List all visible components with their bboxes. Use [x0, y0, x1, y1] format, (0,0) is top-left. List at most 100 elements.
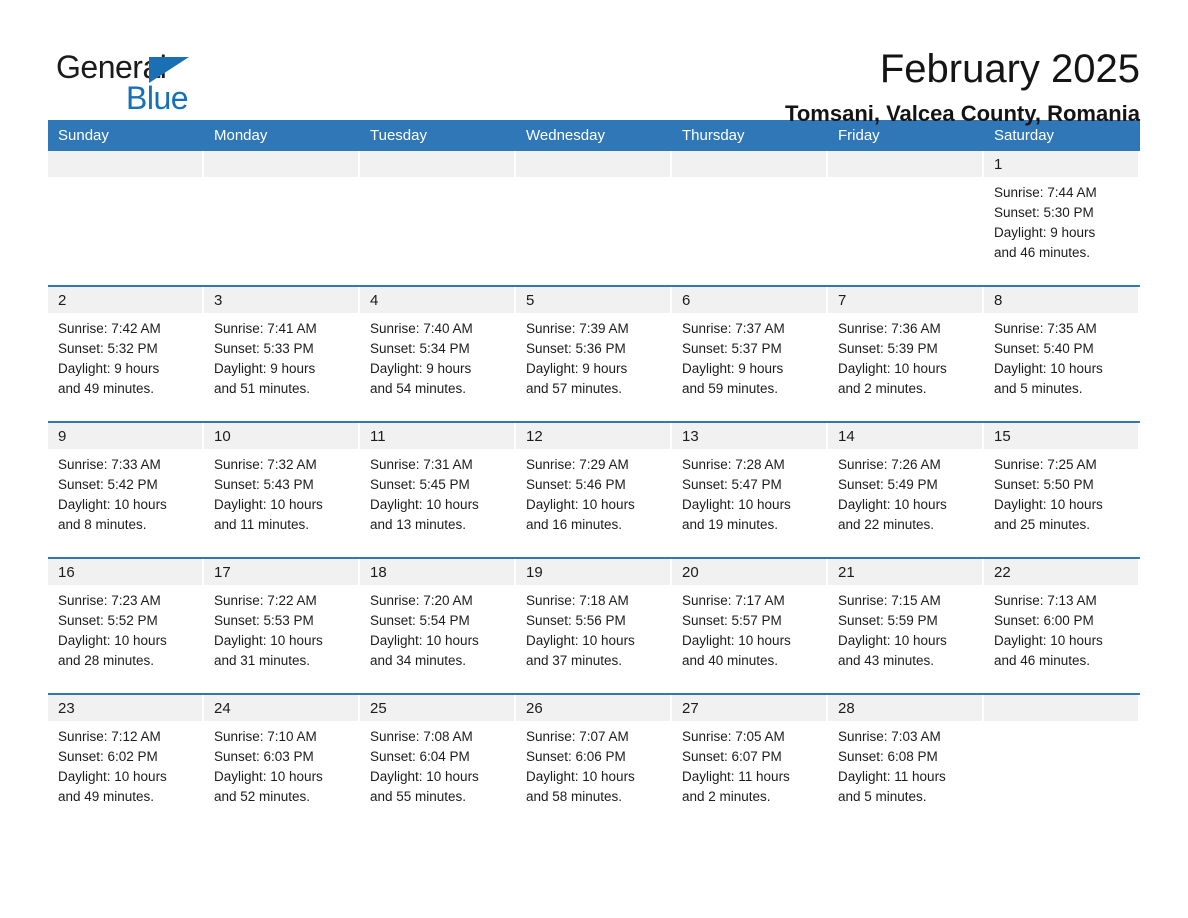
calendar-day-cell[interactable]: 20 Sunrise: 7:17 AM Sunset: 5:57 PM Dayl… — [672, 557, 828, 694]
daylight-text-line2: and 19 minutes. — [682, 517, 779, 532]
calendar-day-cell[interactable] — [360, 151, 516, 286]
daylight-text-line1: Daylight: 9 hours — [370, 361, 472, 376]
day-number: 10 — [204, 423, 360, 449]
sunrise-text: Sunrise: 7:23 AM — [58, 593, 161, 608]
calendar-day-cell[interactable]: 24 Sunrise: 7:10 AM Sunset: 6:03 PM Dayl… — [204, 693, 360, 829]
calendar-table: Sunday Monday Tuesday Wednesday Thursday… — [48, 120, 1140, 829]
daylight-text-line1: Daylight: 10 hours — [682, 497, 791, 512]
calendar-day-cell[interactable]: 13 Sunrise: 7:28 AM Sunset: 5:47 PM Dayl… — [672, 421, 828, 558]
calendar-day-cell[interactable]: 16 Sunrise: 7:23 AM Sunset: 5:52 PM Dayl… — [48, 557, 204, 694]
day-number — [204, 151, 360, 177]
day-details: Sunrise: 7:40 AM Sunset: 5:34 PM Dayligh… — [360, 313, 516, 399]
sunset-text: Sunset: 5:49 PM — [838, 477, 938, 492]
sunset-text: Sunset: 5:52 PM — [58, 613, 158, 628]
calendar-day-cell[interactable]: 18 Sunrise: 7:20 AM Sunset: 5:54 PM Dayl… — [360, 557, 516, 694]
calendar-week-row: 1 Sunrise: 7:44 AM Sunset: 5:30 PM Dayli… — [48, 151, 1140, 286]
sunset-text: Sunset: 5:46 PM — [526, 477, 626, 492]
day-number: 20 — [672, 559, 828, 585]
daylight-text-line1: Daylight: 10 hours — [994, 633, 1103, 648]
calendar-day-cell[interactable]: 23 Sunrise: 7:12 AM Sunset: 6:02 PM Dayl… — [48, 693, 204, 829]
daylight-text-line1: Daylight: 9 hours — [58, 361, 160, 376]
daylight-text-line1: Daylight: 10 hours — [682, 633, 791, 648]
sunrise-text: Sunrise: 7:28 AM — [682, 457, 785, 472]
sunset-text: Sunset: 5:45 PM — [370, 477, 470, 492]
calendar-day-cell[interactable]: 7 Sunrise: 7:36 AM Sunset: 5:39 PM Dayli… — [828, 285, 984, 422]
page-subtitle: Tomsani, Valcea County, Romania — [785, 101, 1140, 126]
daylight-text-line1: Daylight: 10 hours — [838, 633, 947, 648]
calendar-day-cell[interactable]: 19 Sunrise: 7:18 AM Sunset: 5:56 PM Dayl… — [516, 557, 672, 694]
calendar-day-cell[interactable]: 9 Sunrise: 7:33 AM Sunset: 5:42 PM Dayli… — [48, 421, 204, 558]
day-details — [984, 721, 1140, 727]
calendar-day-cell[interactable]: 22 Sunrise: 7:13 AM Sunset: 6:00 PM Dayl… — [984, 557, 1140, 694]
sunset-text: Sunset: 5:40 PM — [994, 341, 1094, 356]
day-details: Sunrise: 7:18 AM Sunset: 5:56 PM Dayligh… — [516, 585, 672, 671]
calendar-day-cell[interactable]: 10 Sunrise: 7:32 AM Sunset: 5:43 PM Dayl… — [204, 421, 360, 558]
calendar-day-cell[interactable]: 1 Sunrise: 7:44 AM Sunset: 5:30 PM Dayli… — [984, 151, 1140, 286]
daylight-text-line2: and 25 minutes. — [994, 517, 1091, 532]
calendar-day-cell[interactable] — [984, 693, 1140, 829]
calendar-day-cell[interactable]: 27 Sunrise: 7:05 AM Sunset: 6:07 PM Dayl… — [672, 693, 828, 829]
sunrise-text: Sunrise: 7:31 AM — [370, 457, 473, 472]
sunset-text: Sunset: 5:36 PM — [526, 341, 626, 356]
daylight-text-line2: and 49 minutes. — [58, 789, 155, 804]
day-number: 8 — [984, 287, 1140, 313]
calendar-day-cell[interactable]: 15 Sunrise: 7:25 AM Sunset: 5:50 PM Dayl… — [984, 421, 1140, 558]
daylight-text-line2: and 28 minutes. — [58, 653, 155, 668]
day-number: 27 — [672, 695, 828, 721]
day-number: 13 — [672, 423, 828, 449]
day-number: 15 — [984, 423, 1140, 449]
daylight-text-line1: Daylight: 9 hours — [214, 361, 316, 376]
daylight-text-line2: and 46 minutes. — [994, 245, 1091, 260]
calendar-day-cell[interactable] — [48, 151, 204, 286]
day-details: Sunrise: 7:17 AM Sunset: 5:57 PM Dayligh… — [672, 585, 828, 671]
generalblue-logo: General Blue — [48, 44, 228, 122]
calendar-day-cell[interactable]: 28 Sunrise: 7:03 AM Sunset: 6:08 PM Dayl… — [828, 693, 984, 829]
sunrise-text: Sunrise: 7:10 AM — [214, 729, 317, 744]
calendar-day-cell[interactable] — [672, 151, 828, 286]
day-number: 4 — [360, 287, 516, 313]
daylight-text-line2: and 5 minutes. — [994, 381, 1083, 396]
calendar-day-cell[interactable]: 11 Sunrise: 7:31 AM Sunset: 5:45 PM Dayl… — [360, 421, 516, 558]
day-number: 7 — [828, 287, 984, 313]
sunset-text: Sunset: 5:47 PM — [682, 477, 782, 492]
calendar-day-cell[interactable] — [828, 151, 984, 286]
day-details: Sunrise: 7:33 AM Sunset: 5:42 PM Dayligh… — [48, 449, 204, 535]
calendar-day-cell[interactable]: 8 Sunrise: 7:35 AM Sunset: 5:40 PM Dayli… — [984, 285, 1140, 422]
calendar-day-cell[interactable]: 4 Sunrise: 7:40 AM Sunset: 5:34 PM Dayli… — [360, 285, 516, 422]
daylight-text-line1: Daylight: 10 hours — [214, 497, 323, 512]
sunset-text: Sunset: 5:56 PM — [526, 613, 626, 628]
calendar-day-cell[interactable] — [516, 151, 672, 286]
day-number: 16 — [48, 559, 204, 585]
day-details: Sunrise: 7:22 AM Sunset: 5:53 PM Dayligh… — [204, 585, 360, 671]
calendar-day-cell[interactable] — [204, 151, 360, 286]
day-details: Sunrise: 7:15 AM Sunset: 5:59 PM Dayligh… — [828, 585, 984, 671]
calendar-day-cell[interactable]: 5 Sunrise: 7:39 AM Sunset: 5:36 PM Dayli… — [516, 285, 672, 422]
calendar-day-cell[interactable]: 26 Sunrise: 7:07 AM Sunset: 6:06 PM Dayl… — [516, 693, 672, 829]
calendar-day-cell[interactable]: 12 Sunrise: 7:29 AM Sunset: 5:46 PM Dayl… — [516, 421, 672, 558]
title-block: February 2025 Tomsani, Valcea County, Ro… — [785, 44, 1140, 128]
day-details: Sunrise: 7:42 AM Sunset: 5:32 PM Dayligh… — [48, 313, 204, 399]
day-details: Sunrise: 7:44 AM Sunset: 5:30 PM Dayligh… — [984, 177, 1140, 263]
calendar-day-cell[interactable]: 21 Sunrise: 7:15 AM Sunset: 5:59 PM Dayl… — [828, 557, 984, 694]
calendar-day-cell[interactable]: 6 Sunrise: 7:37 AM Sunset: 5:37 PM Dayli… — [672, 285, 828, 422]
day-number: 24 — [204, 695, 360, 721]
calendar-day-cell[interactable]: 3 Sunrise: 7:41 AM Sunset: 5:33 PM Dayli… — [204, 285, 360, 422]
daylight-text-line1: Daylight: 10 hours — [370, 633, 479, 648]
day-number: 14 — [828, 423, 984, 449]
calendar-week-row: 2 Sunrise: 7:42 AM Sunset: 5:32 PM Dayli… — [48, 285, 1140, 422]
day-number: 9 — [48, 423, 204, 449]
day-details: Sunrise: 7:05 AM Sunset: 6:07 PM Dayligh… — [672, 721, 828, 807]
daylight-text-line2: and 8 minutes. — [58, 517, 147, 532]
sunset-text: Sunset: 6:00 PM — [994, 613, 1094, 628]
day-details: Sunrise: 7:23 AM Sunset: 5:52 PM Dayligh… — [48, 585, 204, 671]
daylight-text-line2: and 55 minutes. — [370, 789, 467, 804]
day-details: Sunrise: 7:28 AM Sunset: 5:47 PM Dayligh… — [672, 449, 828, 535]
calendar-day-cell[interactable]: 2 Sunrise: 7:42 AM Sunset: 5:32 PM Dayli… — [48, 285, 204, 422]
sunrise-text: Sunrise: 7:18 AM — [526, 593, 629, 608]
sunset-text: Sunset: 6:02 PM — [58, 749, 158, 764]
sunset-text: Sunset: 5:32 PM — [58, 341, 158, 356]
day-details — [48, 177, 204, 183]
calendar-day-cell[interactable]: 14 Sunrise: 7:26 AM Sunset: 5:49 PM Dayl… — [828, 421, 984, 558]
calendar-day-cell[interactable]: 17 Sunrise: 7:22 AM Sunset: 5:53 PM Dayl… — [204, 557, 360, 694]
calendar-day-cell[interactable]: 25 Sunrise: 7:08 AM Sunset: 6:04 PM Dayl… — [360, 693, 516, 829]
